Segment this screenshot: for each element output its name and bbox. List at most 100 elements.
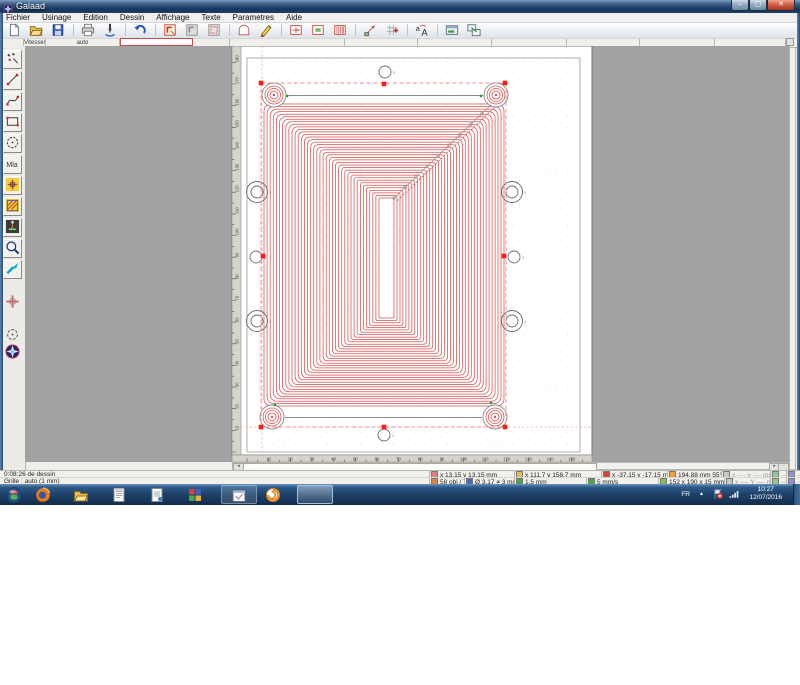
save-file-icon bbox=[52, 24, 64, 36]
explorer-icon bbox=[73, 491, 89, 502]
param-cell bbox=[230, 38, 345, 46]
show-desktop-button[interactable] bbox=[793, 484, 800, 505]
taskbar-orange-swirl-app[interactable] bbox=[261, 485, 285, 504]
svg-text:100: 100 bbox=[460, 457, 468, 462]
circle-tool-button[interactable] bbox=[3, 134, 22, 153]
galaad-app-icon bbox=[307, 488, 323, 504]
svg-text:60: 60 bbox=[235, 317, 240, 322]
document-app-icon bbox=[113, 488, 125, 502]
speed-field[interactable] bbox=[120, 38, 193, 46]
svg-text:90: 90 bbox=[235, 252, 240, 257]
svg-text:140: 140 bbox=[235, 141, 240, 149]
title-bar[interactable]: Galaad – ▢ ✕ bbox=[0, 0, 800, 14]
status-cell-icon bbox=[723, 471, 730, 477]
horizontal-scrollbar[interactable]: ◂ ▸ · bbox=[232, 462, 790, 471]
pan-tool-button[interactable] bbox=[3, 260, 22, 279]
param-cell bbox=[418, 38, 492, 46]
print-button[interactable] bbox=[78, 23, 98, 37]
status-cell: x ---- y ---- mm bbox=[722, 471, 771, 478]
taskbar-firefox[interactable] bbox=[31, 485, 55, 504]
line-tool-button[interactable] bbox=[3, 71, 22, 90]
menu-affichage[interactable]: Affichage bbox=[150, 13, 195, 22]
open-file-icon bbox=[29, 26, 43, 36]
copy-milling-button[interactable] bbox=[160, 23, 180, 37]
menu-aide[interactable]: Aide bbox=[280, 13, 308, 22]
status-cell-icon bbox=[516, 471, 523, 477]
window-title: Galaad bbox=[16, 1, 46, 11]
desktop-screen: Galaad – ▢ ✕ Fichier Usinage Edition Dessin Af… bbox=[0, 0, 800, 685]
origin-crosshair-icon bbox=[6, 295, 19, 308]
menu-edition[interactable]: Edition bbox=[77, 13, 113, 22]
param-auto[interactable]: auto bbox=[46, 38, 120, 46]
menu-fichier[interactable]: Fichier bbox=[0, 13, 36, 22]
zoom-tool-button[interactable] bbox=[3, 239, 22, 258]
curve-tool-button[interactable] bbox=[3, 92, 22, 111]
windows-taskbar: FR ▲ 10:27 12/07/2016 bbox=[0, 484, 800, 505]
taskbar-galaad-app[interactable] bbox=[297, 485, 333, 504]
paste-special-button[interactable] bbox=[204, 23, 224, 37]
points-tool-button[interactable] bbox=[3, 50, 22, 69]
curve-tool-icon bbox=[6, 95, 19, 106]
taskbar-window-app[interactable] bbox=[221, 485, 257, 504]
hidden-icons-arrow[interactable]: ▲ bbox=[699, 491, 704, 497]
param-vitesses[interactable]: Vitesses bbox=[24, 38, 46, 46]
new-document-icon bbox=[10, 23, 19, 37]
taskbar-document-app[interactable] bbox=[107, 485, 131, 504]
origin-crosshair-button[interactable] bbox=[3, 293, 22, 312]
svg-text:180: 180 bbox=[235, 55, 240, 63]
close-button[interactable]: ✕ bbox=[767, 0, 795, 11]
minimize-button[interactable]: – bbox=[731, 0, 749, 11]
app-icon bbox=[3, 1, 13, 14]
drawing-canvas[interactable]: 3333333310203040506070809010011012013014… bbox=[25, 45, 790, 463]
tray-time: 10:27 bbox=[757, 486, 774, 493]
svg-text:120: 120 bbox=[235, 185, 240, 193]
undo-button[interactable] bbox=[130, 23, 150, 37]
simulate-tool-button[interactable] bbox=[3, 218, 22, 237]
copy-object-button[interactable] bbox=[182, 23, 202, 37]
hatch-fill-button[interactable] bbox=[330, 23, 350, 37]
engrave-tool-button[interactable] bbox=[100, 23, 120, 37]
save-file-button[interactable] bbox=[48, 23, 68, 37]
action-center-flag-icon[interactable] bbox=[712, 488, 724, 502]
arch-shape-button[interactable] bbox=[234, 23, 254, 37]
svg-text:10: 10 bbox=[266, 457, 271, 462]
pen-tool-button[interactable] bbox=[256, 23, 276, 37]
maximize-button[interactable]: ▢ bbox=[749, 0, 767, 11]
window-link-button[interactable] bbox=[464, 23, 484, 37]
param-cell bbox=[492, 38, 567, 46]
taskbar-cad-blocks-app[interactable] bbox=[183, 485, 207, 504]
text-case-tool-button[interactable]: aA bbox=[412, 23, 432, 37]
window-split-button[interactable] bbox=[442, 23, 462, 37]
weld-tool-button[interactable] bbox=[3, 176, 22, 195]
menu-parametres[interactable]: Parametres bbox=[227, 13, 280, 22]
network-icon[interactable] bbox=[728, 488, 740, 502]
language-indicator[interactable]: FR bbox=[681, 491, 690, 498]
board-zone-button[interactable] bbox=[308, 23, 328, 37]
svg-text:Mla: Mla bbox=[6, 162, 17, 169]
open-file-button[interactable] bbox=[26, 23, 46, 37]
taskbar-start-orb[interactable] bbox=[3, 485, 25, 504]
param-cell bbox=[640, 38, 715, 46]
status-cell-icon bbox=[788, 471, 795, 477]
taskbar-explorer[interactable] bbox=[69, 485, 93, 504]
pen-tool-icon bbox=[260, 24, 272, 37]
menu-texte[interactable]: Texte bbox=[196, 13, 227, 22]
galaad-logo-icon bbox=[3, 343, 22, 362]
status-cell-icon bbox=[669, 471, 676, 477]
status-cell-icon bbox=[772, 471, 779, 477]
vertical-scrollbar[interactable] bbox=[789, 47, 796, 470]
rectangle-tool-button[interactable] bbox=[3, 113, 22, 132]
menu-dessin[interactable]: Dessin bbox=[114, 13, 150, 22]
board-setup-button[interactable] bbox=[286, 23, 306, 37]
taskbar-document-app2[interactable] bbox=[145, 485, 169, 504]
grid-setup-button[interactable] bbox=[382, 23, 402, 37]
new-document-button[interactable] bbox=[4, 23, 24, 37]
drawing-svg[interactable]: 3333333310203040506070809010011012013014… bbox=[25, 45, 790, 463]
status-cell: x -37,15 y -17,15 mm bbox=[602, 471, 668, 478]
menu-usinage[interactable]: Usinage bbox=[36, 13, 77, 22]
clock[interactable]: 10:27 12/07/2016 bbox=[749, 486, 782, 502]
hatch-tool-button[interactable] bbox=[3, 197, 22, 216]
svg-text:20: 20 bbox=[288, 457, 293, 462]
text-tool-button[interactable]: Mla bbox=[3, 155, 22, 174]
measure-tool-button[interactable] bbox=[360, 23, 380, 37]
